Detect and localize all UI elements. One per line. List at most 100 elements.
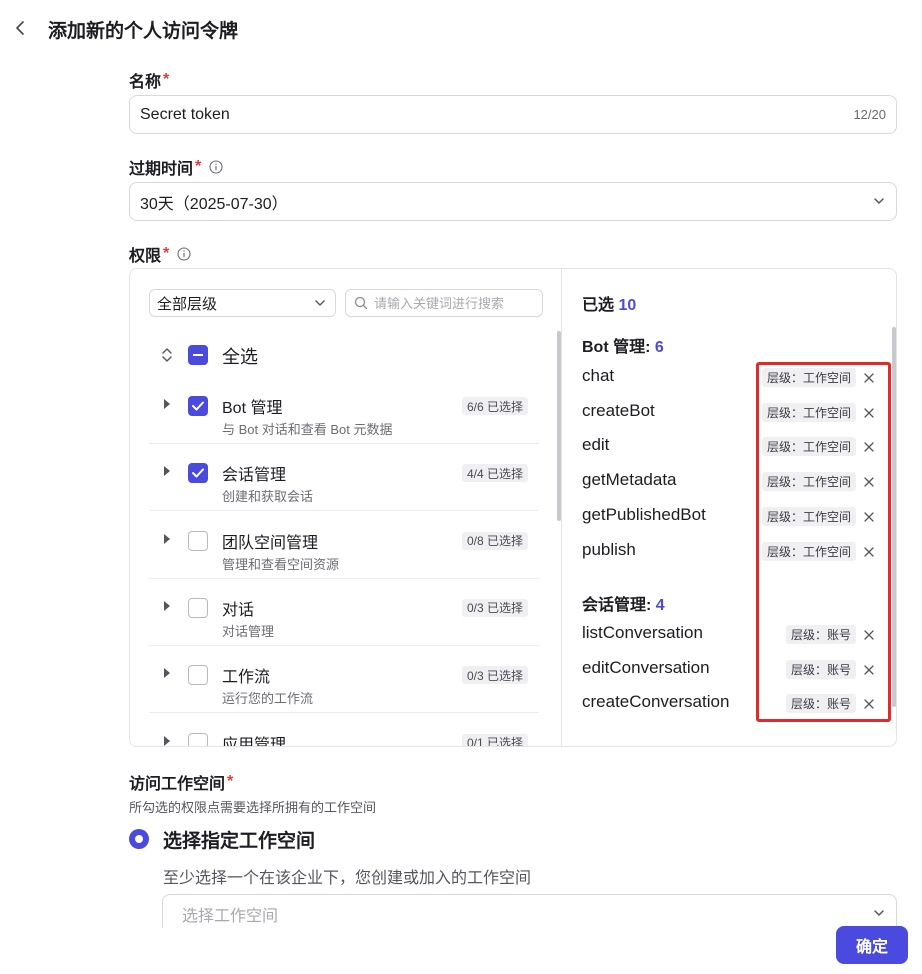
selected-group-header: Bot 管理: 6 (582, 339, 664, 356)
footer-bar (0, 928, 922, 974)
tree-item[interactable]: 团队空间管理 管理和查看空间资源 0/8 已选择 (149, 512, 539, 579)
check-icon (192, 468, 204, 478)
back-button[interactable] (10, 18, 30, 38)
permission-name: chat (582, 366, 615, 385)
info-icon[interactable] (177, 247, 191, 261)
caret-right-icon[interactable] (163, 464, 171, 482)
selected-permission-row: getPublishedBot 层级：工作空间 (582, 500, 892, 534)
permission-name: edit (582, 435, 610, 455)
close-icon[interactable] (864, 370, 874, 388)
permission-name: listConversation (582, 623, 703, 642)
name-input-value: Secret token (140, 105, 230, 123)
specific-workspace-radio[interactable]: 选择指定工作空间 (129, 826, 315, 852)
selection-count-badge: 0/3 已选择 (461, 666, 528, 685)
permission-name: getPublishedBot (582, 504, 706, 524)
tree-item-desc: 运行您的工作流 (222, 691, 314, 707)
info-icon[interactable] (209, 160, 223, 174)
close-icon[interactable] (864, 696, 874, 714)
radio-button[interactable] (129, 829, 149, 849)
search-input[interactable] (374, 295, 534, 311)
name-input[interactable]: Secret token 12/20 (129, 95, 897, 134)
close-icon[interactable] (864, 627, 874, 645)
radio-label: 选择指定工作空间 (163, 830, 316, 852)
expand-collapse-icon[interactable] (161, 347, 173, 368)
scope-filter-select[interactable]: 全部层级 (149, 289, 336, 317)
permission-name: publish (582, 539, 636, 559)
permission-tree-pane: 全部层级 全选 Bot 管理与 Bot 对话和查看 Bot 元数据 6/6 已选择… (130, 269, 562, 746)
scope-tag: 层级：工作空间 (761, 506, 856, 526)
tree-item-checkbox[interactable] (188, 463, 208, 484)
scope-tag: 层级：工作空间 (761, 368, 856, 387)
selected-permission-row: getMetadata 层级：工作空间 (582, 465, 892, 499)
close-icon[interactable] (864, 474, 874, 492)
tree-item[interactable]: 应用管理 0/1 已选择 (149, 714, 539, 747)
tree-item-name: Bot 管理 (222, 400, 283, 417)
tree-item-checkbox[interactable] (188, 597, 208, 618)
select-all-label: 全选 (222, 347, 258, 367)
tree-item[interactable]: Bot 管理与 Bot 对话和查看 Bot 元数据 6/6 已选择 (149, 377, 539, 444)
required-mark: * (163, 245, 170, 262)
tree-item-checkbox[interactable] (188, 396, 208, 416)
selected-permission-row: publish 层级：工作空间 (582, 535, 892, 569)
tree-item-checkbox[interactable] (188, 530, 208, 551)
caret-right-icon[interactable] (163, 734, 171, 747)
page-title: 添加新的个人访问令牌 (48, 21, 239, 42)
selection-count-badge: 0/3 已选择 (461, 598, 528, 617)
selected-count-header: 已选 10 (582, 297, 637, 314)
scrollbar[interactable] (557, 331, 561, 521)
close-icon[interactable] (864, 405, 874, 423)
caret-right-icon[interactable] (163, 599, 171, 617)
selection-count-badge: 0/8 已选择 (461, 531, 528, 550)
close-icon[interactable] (864, 662, 874, 680)
close-icon[interactable] (864, 544, 874, 562)
selected-permissions-pane: 已选 10 Bot 管理: 6 chat 层级：工作空间 createBot 层级：工作… (562, 269, 896, 746)
scope-tag: 层级：账号 (785, 694, 856, 714)
permission-name: createBot (582, 400, 655, 420)
scope-tag: 层级：工作空间 (761, 472, 856, 492)
name-label: 名称 * (129, 71, 170, 91)
chevron-down-icon (313, 296, 327, 314)
selected-permission-row: editConversation 层级：账号 (582, 653, 892, 687)
scope-tag: 层级：工作空间 (761, 402, 856, 422)
required-mark: * (195, 158, 202, 175)
group-count: 6 (654, 339, 664, 356)
workspace-hint: 至少选择一个在该企业下，您创建或加入的工作空间 (163, 870, 532, 887)
tree-item-checkbox[interactable] (188, 665, 208, 686)
tree-item[interactable]: 工作流运行您的工作流 0/3 已选择 (149, 646, 539, 714)
permission-name: createConversation (582, 692, 730, 712)
selection-count-badge: 0/1 已选择 (461, 733, 528, 746)
scope-tag: 层级：账号 (785, 659, 856, 679)
caret-right-icon[interactable] (163, 666, 171, 684)
tree-item[interactable]: 对话 对话管理 0/3 已选择 (149, 579, 539, 646)
selected-permission-row: chat 层级：工作空间 (582, 361, 892, 395)
tree-item-checkbox[interactable] (188, 732, 208, 746)
required-mark: * (227, 773, 234, 790)
tree-item-desc: 与 Bot 对话和查看 Bot 元数据 (222, 422, 393, 437)
close-icon[interactable] (864, 509, 874, 527)
selection-count-badge: 6/6 已选择 (461, 397, 528, 415)
tree-item-name: 应用管理 (222, 736, 287, 747)
caret-right-icon[interactable] (163, 532, 171, 550)
selected-group-header: 会话管理: 4 (582, 597, 665, 614)
scope-tag: 层级：账号 (785, 625, 856, 644)
expiry-select[interactable]: 30天（2025-07-30） (129, 182, 897, 221)
tree-item-desc: 对话管理 (222, 623, 275, 639)
confirm-button[interactable]: 确定 (836, 926, 908, 964)
tree-item-name: 工作流 (222, 669, 271, 687)
permission-tree: 全选 Bot 管理与 Bot 对话和查看 Bot 元数据 6/6 已选择会话管理创… (149, 333, 539, 747)
scrollbar[interactable] (892, 327, 896, 707)
minus-icon (193, 354, 203, 356)
selected-count: 10 (618, 297, 637, 314)
close-icon[interactable] (864, 439, 874, 457)
caret-right-icon[interactable] (163, 397, 171, 415)
select-all-checkbox[interactable] (188, 345, 208, 365)
permission-search[interactable] (345, 289, 543, 317)
tree-item[interactable]: 会话管理创建和获取会话 4/4 已选择 (149, 444, 539, 512)
scope-tag: 层级：工作空间 (761, 541, 856, 561)
selected-permission-row: listConversation 层级：账号 (582, 618, 892, 652)
tree-item-name: 会话管理 (222, 467, 287, 485)
expiry-select-value: 30天（2025-07-30） (140, 195, 288, 213)
selection-count-badge: 4/4 已选择 (461, 464, 528, 483)
tree-item-desc: 创建和获取会话 (222, 489, 314, 505)
permission-name: editConversation (582, 657, 710, 677)
